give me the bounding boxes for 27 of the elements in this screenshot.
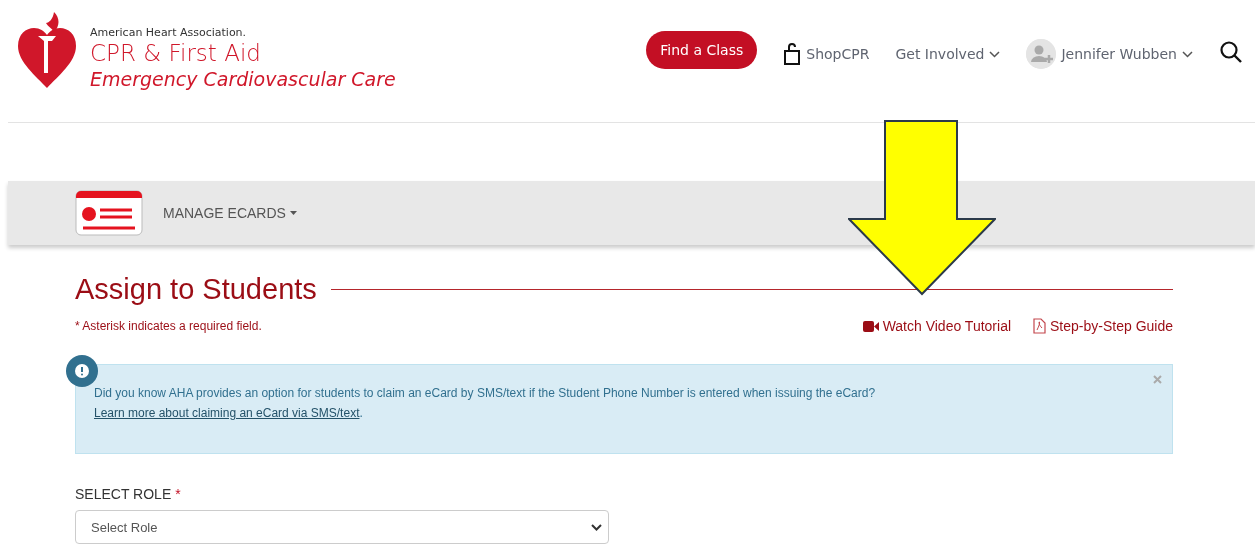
pdf-file-icon bbox=[1033, 318, 1047, 334]
heart-torch-logo[interactable] bbox=[16, 10, 78, 90]
site-title: CPR & First Aid bbox=[90, 39, 262, 67]
alert-message: Did you know AHA provides an option for students to claim an eCard by SMS/text if the Student Phone Number is entered when issuing the eCard? Learn more about claiming an eCard via SMS/text. bbox=[94, 385, 877, 422]
chevron-icon bbox=[591, 523, 602, 531]
ecard-icon bbox=[75, 190, 143, 236]
shop-link[interactable]: ShopCPR bbox=[806, 46, 870, 62]
required-field-note: * Asterisk indicates a required field. bbox=[75, 319, 262, 333]
shopping-bag-icon bbox=[783, 43, 802, 65]
resource-link[interactable]: Step-by-Step Guide bbox=[1050, 318, 1173, 334]
organization-name: American Heart Association. bbox=[90, 26, 248, 39]
field-label: SELECT ROLE bbox=[75, 486, 172, 502]
nav-link[interactable]: Get Involved bbox=[895, 46, 985, 62]
find-class-button[interactable]: Find a Class bbox=[646, 31, 758, 69]
exclamation-icon bbox=[66, 355, 98, 387]
page-title: Assign to Students bbox=[75, 273, 317, 306]
chevron-icon bbox=[1182, 50, 1193, 58]
chevron-icon bbox=[989, 50, 1001, 58]
search-icon[interactable] bbox=[1219, 40, 1243, 64]
role-select[interactable]: Select Role bbox=[75, 510, 609, 544]
required-mark: * bbox=[175, 486, 181, 502]
user-menu[interactable]: Jennifer Wubben bbox=[1061, 46, 1177, 62]
caret-icon bbox=[289, 211, 297, 215]
video-camera-icon bbox=[862, 320, 879, 332]
manage-ecards-menu[interactable]: MANAGE ECARDS bbox=[163, 205, 286, 221]
site-subtitle: Emergency Cardiovascular Care bbox=[90, 67, 396, 91]
resource-link[interactable]: Watch Video Tutorial bbox=[882, 318, 1012, 334]
